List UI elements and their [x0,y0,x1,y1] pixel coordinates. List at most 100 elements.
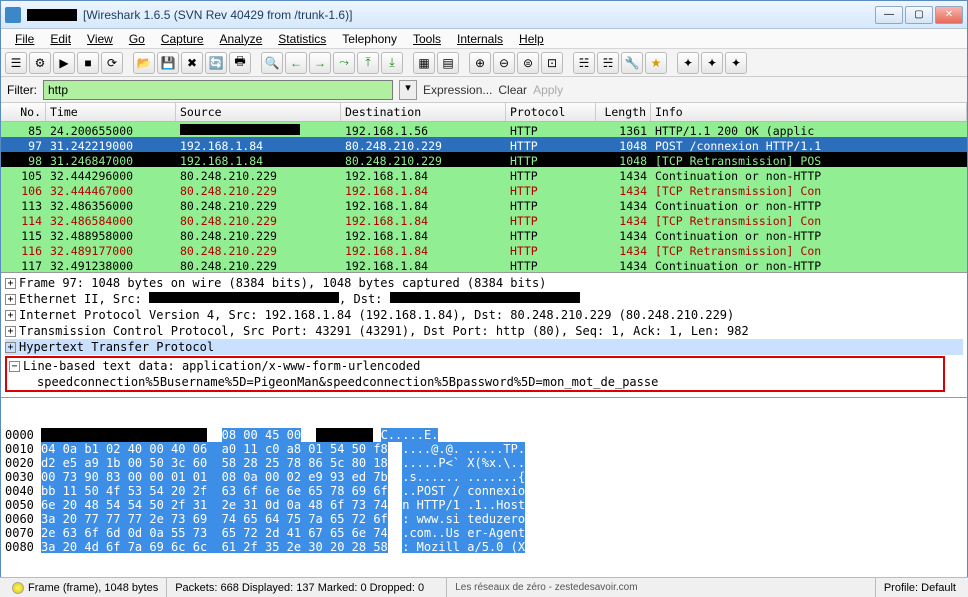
hex-row[interactable]: 000000 00 00 00 00 00 00 00 08 00 45 00 … [5,428,963,442]
col-destination[interactable]: Destination [341,103,506,121]
print-icon[interactable]: 🖶 [229,52,251,74]
options-icon[interactable]: ⚙ [29,52,51,74]
menu-telephony[interactable]: Telephony [334,30,405,48]
menu-capture[interactable]: Capture [153,30,212,48]
col-length[interactable]: Length [596,103,651,121]
filter-label: Filter: [7,83,37,97]
window-buttons: — ▢ ✕ [875,6,963,24]
detail-tcp[interactable]: +Transmission Control Protocol, Src Port… [5,323,963,339]
packet-details[interactable]: +Frame 97: 1048 bytes on wire (8384 bits… [1,273,967,398]
misc1-icon[interactable]: ✦ [677,52,699,74]
detail-ip[interactable]: +Internet Protocol Version 4, Src: 192.1… [5,307,963,323]
detail-formdata[interactable]: speedconnection%5Busername%5D=PigeonMan&… [9,374,941,390]
apply-button[interactable]: Apply [533,83,563,97]
detail-frame[interactable]: +Frame 97: 1048 bytes on wire (8384 bits… [5,275,963,291]
misc2-icon[interactable]: ✦ [701,52,723,74]
misc3-icon[interactable]: ✦ [725,52,747,74]
packet-row[interactable]: 9731.242219000192.168.1.8480.248.210.229… [1,137,967,152]
menu-analyze[interactable]: Analyze [212,30,271,48]
status-packets: Packets: 668 Displayed: 137 Marked: 0 Dr… [167,578,447,597]
last-icon[interactable]: ⤓ [381,52,403,74]
status-frame: Frame (frame), 1048 bytes [4,578,167,597]
hex-row[interactable]: 00803a 20 4d 6f 7a 69 6c 6c 61 2f 35 2e … [5,540,963,553]
filter-bar: Filter: ▾ Expression... Clear Apply [1,77,967,103]
prefs-icon[interactable]: 🔧 [621,52,643,74]
menu-edit[interactable]: Edit [42,30,79,48]
clear-button[interactable]: Clear [498,83,527,97]
expert-dot-icon[interactable] [12,582,24,594]
restart-icon[interactable]: ⟳ [101,52,123,74]
hex-row[interactable]: 00603a 20 77 77 77 2e 73 69 74 65 64 75 … [5,512,963,526]
goto-icon[interactable]: ⤳ [333,52,355,74]
packet-list[interactable]: No. Time Source Destination Protocol Len… [1,103,967,273]
hex-row[interactable]: 0020d2 e5 a9 1b 00 50 3c 60 58 28 25 78 … [5,456,963,470]
status-credit: Les réseaux de zéro - zestedesavoir.com [447,578,876,597]
hex-pane[interactable]: 000000 00 00 00 00 00 00 00 08 00 45 00 … [1,398,967,553]
menu-internals[interactable]: Internals [449,30,511,48]
title-bar: [Wireshark 1.6.5 (SVN Rev 40429 from /tr… [1,1,967,29]
redacted-title-part [27,9,77,21]
packet-row[interactable]: 8524.200655000192.168.1.56HTTP1361HTTP/1… [1,122,967,137]
find-icon[interactable]: 🔍 [261,52,283,74]
packet-list-header: No. Time Source Destination Protocol Len… [1,103,967,122]
status-profile[interactable]: Profile: Default [876,578,964,597]
reload-icon[interactable]: 🔄 [205,52,227,74]
forward-icon[interactable]: → [309,52,331,74]
zoom-out-icon[interactable]: ⊖ [493,52,515,74]
packet-row[interactable]: 9831.246847000192.168.1.8480.248.210.229… [1,152,967,167]
filter-input[interactable] [43,80,393,100]
col-time[interactable]: Time [46,103,176,121]
start-capture-icon[interactable]: ▶ [53,52,75,74]
packet-row[interactable]: 11432.48658400080.248.210.229192.168.1.8… [1,212,967,227]
help-icon[interactable]: ★ [645,52,667,74]
menu-statistics[interactable]: Statistics [270,30,334,48]
autoscroll-icon[interactable]: ▤ [437,52,459,74]
zoom-100-icon[interactable]: ⊜ [517,52,539,74]
packet-row[interactable]: 11332.48635600080.248.210.229192.168.1.8… [1,197,967,212]
col-no[interactable]: No. [1,103,46,121]
back-icon[interactable]: ← [285,52,307,74]
menu-help[interactable]: Help [511,30,552,48]
coloring-rules-icon[interactable]: ☵ [597,52,619,74]
app-icon [5,7,21,23]
expression-button[interactable]: Expression... [423,83,492,97]
hex-row[interactable]: 00702e 63 6f 6d 0d 0a 55 73 65 72 2d 41 … [5,526,963,540]
detail-http[interactable]: +Hypertext Transfer Protocol [5,339,963,355]
detail-ethernet[interactable]: +Ethernet II, Src: , Dst: [5,291,963,307]
close-file-icon[interactable]: ✖ [181,52,203,74]
hex-row[interactable]: 00506e 20 48 54 54 50 2f 31 2e 31 0d 0a … [5,498,963,512]
hex-row[interactable]: 0040bb 11 50 4f 53 54 20 2f 63 6f 6e 6e … [5,484,963,498]
colorize-icon[interactable]: ▦ [413,52,435,74]
detail-linebased[interactable]: −Line-based text data: application/x-www… [9,358,941,374]
resize-cols-icon[interactable]: ⊡ [541,52,563,74]
menu-go[interactable]: Go [121,30,153,48]
filter-dropdown[interactable]: ▾ [399,80,417,100]
packet-row[interactable]: 10532.44429600080.248.210.229192.168.1.8… [1,167,967,182]
packet-row[interactable]: 11732.49123800080.248.210.229192.168.1.8… [1,257,967,272]
highlighted-form-data: −Line-based text data: application/x-www… [5,356,945,392]
packet-row[interactable]: 11532.48895800080.248.210.229192.168.1.8… [1,227,967,242]
status-bar: Frame (frame), 1048 bytes Packets: 668 D… [0,577,968,597]
stop-capture-icon[interactable]: ■ [77,52,99,74]
minimize-button[interactable]: — [875,6,903,24]
window-title: [Wireshark 1.6.5 (SVN Rev 40429 from /tr… [83,8,875,22]
first-icon[interactable]: ⤒ [357,52,379,74]
menu-file[interactable]: File [7,30,42,48]
menu-bar: File Edit View Go Capture Analyze Statis… [1,29,967,49]
col-source[interactable]: Source [176,103,341,121]
col-info[interactable]: Info [651,103,967,121]
hex-row[interactable]: 001004 0a b1 02 40 00 40 06 a0 11 c0 a8 … [5,442,963,456]
filters-icon[interactable]: ☵ [573,52,595,74]
menu-view[interactable]: View [79,30,121,48]
open-icon[interactable]: 📂 [133,52,155,74]
hex-row[interactable]: 003000 73 90 83 00 00 01 01 08 0a 00 02 … [5,470,963,484]
zoom-in-icon[interactable]: ⊕ [469,52,491,74]
maximize-button[interactable]: ▢ [905,6,933,24]
close-button[interactable]: ✕ [935,6,963,24]
packet-row[interactable]: 11632.48917700080.248.210.229192.168.1.8… [1,242,967,257]
save-icon[interactable]: 💾 [157,52,179,74]
menu-tools[interactable]: Tools [405,30,449,48]
interfaces-icon[interactable]: ☰ [5,52,27,74]
packet-row[interactable]: 10632.44446700080.248.210.229192.168.1.8… [1,182,967,197]
col-protocol[interactable]: Protocol [506,103,596,121]
